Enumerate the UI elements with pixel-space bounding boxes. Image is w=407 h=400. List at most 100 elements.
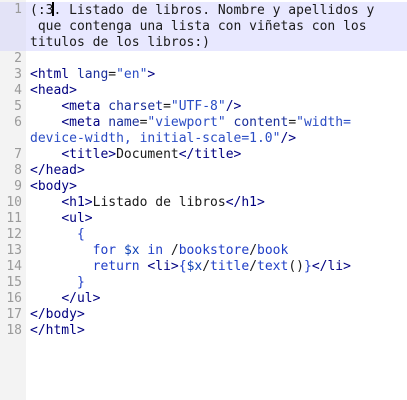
- code-text[interactable]: </body>: [26, 307, 85, 323]
- code-token: "UTF-8": [170, 99, 226, 114]
- code-line[interactable]: 4 <head>: [0, 83, 407, 99]
- code-line[interactable]: 16 </ul>: [0, 291, 407, 307]
- code-token: Listado de libros: [92, 195, 226, 210]
- code-token: bookstore: [178, 243, 250, 258]
- code-token: Document: [116, 147, 179, 162]
- line-number: 9: [0, 179, 26, 195]
- code-lines[interactable]: 1 (:3. Listado de libros. Nombre y apelli…: [0, 0, 407, 339]
- code-line[interactable]: 13 for $x in /bookstore/book: [0, 243, 407, 259]
- code-line[interactable]: 15 }: [0, 275, 407, 291]
- line-number: 10: [0, 195, 26, 211]
- line-number: 5: [0, 99, 26, 115]
- code-line[interactable]: device-width, initial-scale=1.0"/>: [0, 131, 407, 147]
- code-line[interactable]: titulos de los libros:): [0, 35, 407, 51]
- code-line[interactable]: 8 </head>: [0, 163, 407, 179]
- code-line[interactable]: 5 <meta charset="UTF-8"/>: [0, 99, 407, 115]
- code-line[interactable]: 3 <html lang="en">: [0, 67, 407, 83]
- code-text[interactable]: <title>Document</title>: [26, 147, 241, 163]
- line-number: 11: [0, 211, 26, 227]
- code-line[interactable]: 10 <h1>Listado de libros</h1>: [0, 195, 407, 211]
- code-token: <ul>: [61, 211, 93, 226]
- code-token: content: [233, 115, 289, 130]
- code-token: title: [210, 259, 250, 274]
- code-token: (:3: [30, 3, 54, 18]
- code-line[interactable]: 18 </html>: [0, 323, 407, 339]
- code-line[interactable]: 12 {: [0, 227, 407, 243]
- code-text[interactable]: <meta charset="UTF-8"/>: [26, 99, 241, 115]
- code-token: <li>: [147, 259, 179, 274]
- code-line[interactable]: 14 return <li>{$x/title/text()}</li>: [0, 259, 407, 275]
- code-token: {: [178, 259, 187, 274]
- code-line[interactable]: 6 <meta name="viewport" content="width=: [0, 115, 407, 131]
- code-text[interactable]: </head>: [26, 163, 85, 179]
- code-text[interactable]: (:3. Listado de libros. Nombre y apellid…: [26, 2, 374, 19]
- code-text[interactable]: [26, 51, 38, 67]
- code-text[interactable]: <h1>Listado de libros</h1>: [26, 195, 265, 211]
- code-text[interactable]: <html lang="en">: [26, 67, 155, 83]
- code-line[interactable]: 1 (:3. Listado de libros. Nombre y apelli…: [0, 2, 407, 19]
- code-line[interactable]: 7 <title>Document</title>: [0, 147, 407, 163]
- code-token: >: [147, 67, 156, 82]
- line-number: 16: [0, 291, 26, 307]
- code-line[interactable]: 2: [0, 51, 407, 67]
- line-number: 13: [0, 243, 26, 259]
- line-number: 8: [0, 163, 26, 179]
- line-number: [0, 35, 26, 51]
- line-number: 6: [0, 115, 26, 131]
- code-token: $x: [123, 243, 140, 258]
- code-text[interactable]: {: [26, 227, 85, 243]
- code-line[interactable]: 11 <ul>: [0, 211, 407, 227]
- code-text[interactable]: for $x in /bookstore/book: [26, 243, 289, 259]
- code-text[interactable]: que contenga una lista con viñetas con l…: [26, 19, 367, 35]
- code-token: que contenga una lista con viñetas con l…: [30, 19, 367, 34]
- code-text[interactable]: </ul>: [26, 291, 100, 307]
- code-text[interactable]: <body>: [26, 179, 77, 195]
- code-line[interactable]: 9 <body>: [0, 179, 407, 195]
- code-token: </li>: [311, 259, 351, 274]
- code-token: </head>: [30, 163, 85, 178]
- code-token: /: [202, 259, 211, 274]
- code-token: return: [92, 259, 148, 274]
- code-text[interactable]: <meta name="viewport" content="width=: [26, 115, 351, 131]
- code-text[interactable]: device-width, initial-scale=1.0"/>: [26, 131, 296, 147]
- code-editor[interactable]: 1 (:3. Listado de libros. Nombre y apelli…: [0, 0, 407, 400]
- line-number: 7: [0, 147, 26, 163]
- code-token: "width=: [296, 115, 351, 130]
- code-text[interactable]: <head>: [26, 83, 77, 99]
- code-text[interactable]: return <li>{$x/title/text()}</li>: [26, 259, 351, 275]
- code-token: </title>: [178, 147, 242, 162]
- code-token: <body>: [30, 179, 77, 194]
- code-token: </html>: [30, 323, 85, 338]
- code-token: <head>: [30, 83, 77, 98]
- code-text[interactable]: }: [26, 275, 85, 291]
- line-number: 4: [0, 83, 26, 99]
- code-token: </body>: [30, 307, 85, 322]
- code-token: {: [76, 227, 85, 242]
- code-token: =: [288, 115, 297, 130]
- code-line[interactable]: que contenga una lista con viñetas con l…: [0, 19, 407, 35]
- code-line[interactable]: 17 </body>: [0, 307, 407, 323]
- code-token: (): [288, 259, 304, 274]
- code-token: titulos de los libros:): [30, 35, 211, 50]
- code-text[interactable]: <ul>: [26, 211, 93, 227]
- code-token: $x: [186, 259, 203, 274]
- code-token: book: [257, 243, 289, 258]
- code-token: name: [108, 115, 140, 130]
- code-token: . Listado de libros. Nombre y apellidos …: [53, 3, 375, 18]
- code-token: in: [139, 243, 171, 258]
- code-text[interactable]: </html>: [26, 323, 85, 339]
- line-number: 3: [0, 67, 26, 83]
- code-token: "viewport": [147, 115, 226, 130]
- code-token: =: [163, 99, 171, 114]
- line-number: 14: [0, 259, 26, 275]
- code-token: <meta: [61, 115, 109, 130]
- code-token: />: [280, 131, 297, 146]
- code-token: lang: [76, 67, 109, 82]
- line-number: [0, 131, 26, 147]
- code-token: "en": [116, 67, 148, 82]
- code-text[interactable]: titulos de los libros:): [26, 35, 210, 51]
